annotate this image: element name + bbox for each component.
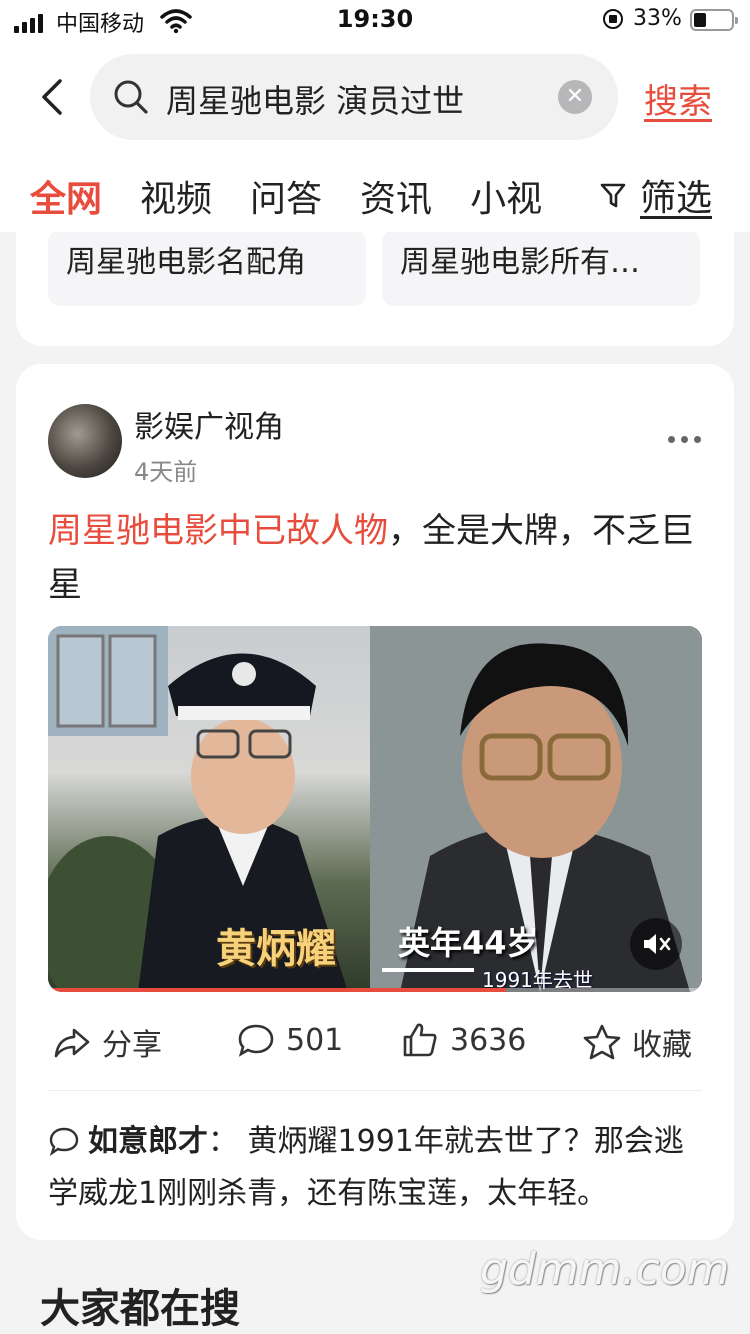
comment-bubble-icon <box>49 1127 79 1156</box>
thumbs-up-icon <box>403 1023 437 1057</box>
share-button[interactable]: 分享 <box>52 1020 162 1064</box>
favorite-button[interactable]: 收藏 <box>582 1020 692 1064</box>
back-arrow-icon[interactable] <box>36 78 70 116</box>
search-box[interactable]: 周星驰电影 演员过世 ✕ <box>90 54 618 140</box>
comment-separator: ： <box>208 1124 238 1159</box>
section-title: 大家都在搜 <box>40 1286 240 1332</box>
related-search-chip[interactable]: 周星驰电影所有… <box>382 230 700 306</box>
like-button[interactable]: 3636 <box>400 1020 526 1060</box>
mute-button[interactable] <box>630 918 682 970</box>
more-options-icon[interactable] <box>668 436 701 443</box>
favorite-label: 收藏 <box>632 1028 692 1063</box>
like-count: 3636 <box>450 1022 527 1058</box>
battery-percent: 33% <box>633 6 682 31</box>
action-bar: 分享 501 3636 收藏 <box>48 1014 702 1070</box>
post-time: 4天前 <box>134 458 198 486</box>
comment-button[interactable]: 501 <box>236 1020 343 1060</box>
post-title[interactable]: 周星驰电影中已故人物，全是大牌，不乏巨星 <box>48 504 708 612</box>
search-input[interactable]: 周星驰电影 演员过世 <box>166 76 464 122</box>
watermark: gdmm.com <box>480 1244 730 1295</box>
video-caption-right: 英年44岁 <box>398 924 539 962</box>
tab-0[interactable]: 全网 <box>30 170 102 222</box>
clear-icon[interactable]: ✕ <box>558 80 592 114</box>
star-icon <box>583 1024 621 1060</box>
share-icon <box>54 1028 90 1058</box>
filter-button[interactable]: 筛选 <box>596 170 713 220</box>
comment-bubble-icon <box>238 1024 274 1057</box>
share-label: 分享 <box>102 1028 162 1063</box>
tab-3[interactable]: 资讯 <box>360 170 432 222</box>
top-comment[interactable]: 如意郎才： 黄炳耀1991年就去世了？那会逃学威龙1刚刚杀青，还有陈宝莲，太年轻… <box>48 1116 702 1220</box>
author-name[interactable]: 影娱广视角 <box>134 402 284 446</box>
category-tabs: 全网 视频 问答 资讯 小视 <box>30 170 600 226</box>
video-caption-left: 黄炳耀 <box>216 926 336 972</box>
comment-count: 501 <box>286 1022 344 1058</box>
status-bar: 中国移动 19:30 33% <box>0 0 750 40</box>
avatar[interactable] <box>48 404 122 478</box>
tab-2[interactable]: 问答 <box>250 170 322 222</box>
video-thumbnail[interactable]: 黄炳耀 英年44岁 1991年去世 <box>48 626 702 992</box>
tab-1[interactable]: 视频 <box>140 170 212 222</box>
search-icon <box>114 80 148 114</box>
video-progress-bar[interactable] <box>48 988 702 992</box>
rotation-lock-icon <box>603 9 623 29</box>
result-card[interactable]: 影娱广视角 4天前 周星驰电影中已故人物，全是大牌，不乏巨星 黄炳耀 英年44岁… <box>16 364 734 1240</box>
top-header: 中国移动 19:30 33% 周星驰电影 演员过世 ✕ 搜索 全网 视频 问答 资讯小… <box>0 0 750 232</box>
title-highlight: 周星驰电影中已故人物 <box>48 511 388 551</box>
caption-underline <box>382 968 474 972</box>
commenter-name[interactable]: 如意郎才 <box>88 1124 208 1159</box>
tab-4[interactable]: 小视 <box>470 170 542 222</box>
search-button[interactable]: 搜索 <box>644 74 712 123</box>
filter-label: 筛选 <box>640 178 713 219</box>
filter-icon <box>600 182 632 208</box>
battery-icon <box>690 9 738 31</box>
divider <box>48 1090 702 1091</box>
speaker-muted-icon <box>644 934 671 954</box>
related-search-chip[interactable]: 周星驰电影名配角 <box>48 230 366 306</box>
